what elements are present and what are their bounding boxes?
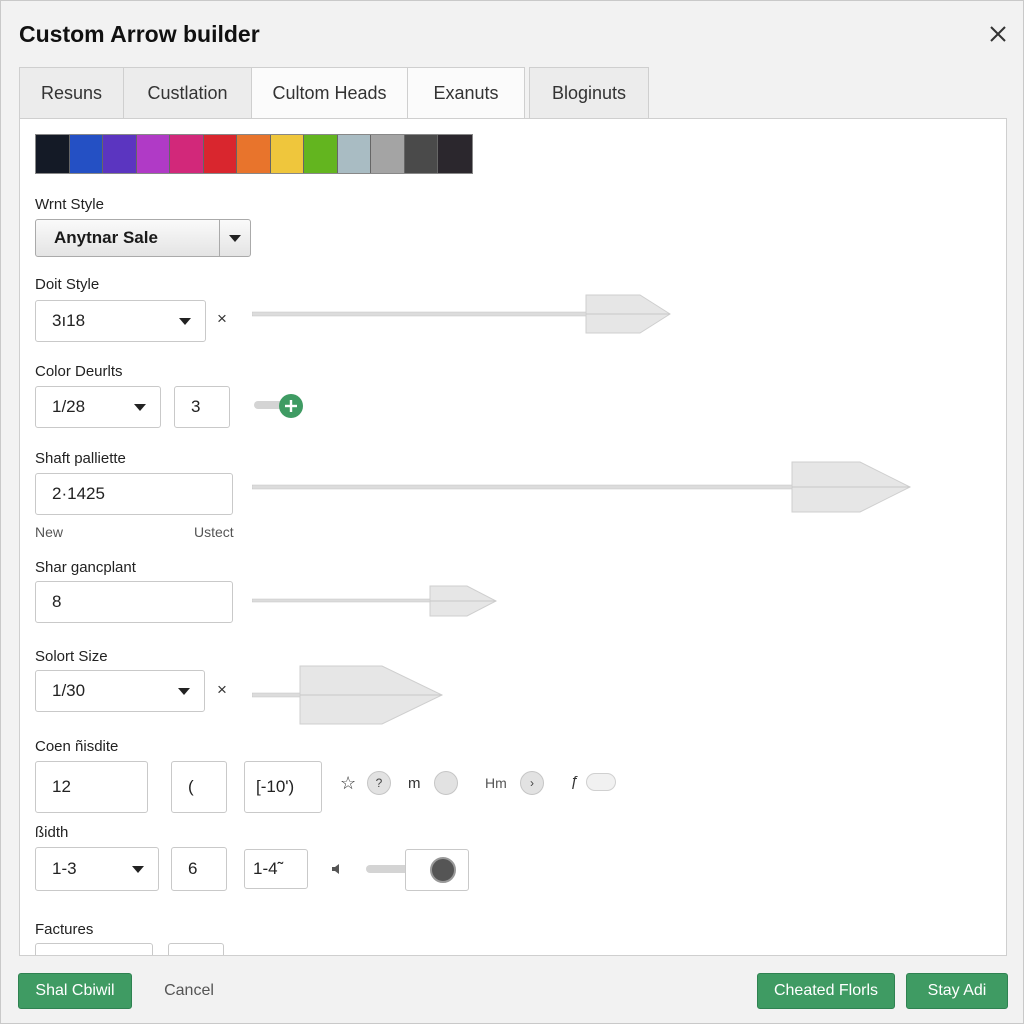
tab-cultom-heads[interactable]: Cultom Heads xyxy=(251,67,408,119)
tab-label: Cultom Heads xyxy=(272,83,387,103)
shaft-new-caption: New xyxy=(35,524,64,540)
shaft-select-caption: Ustect xyxy=(194,524,234,540)
color-count-input[interactable]: 3 xyxy=(174,386,230,428)
doit-style-label: Doit Style xyxy=(35,276,100,293)
color-swatch[interactable] xyxy=(270,135,304,173)
unit-m-text: m xyxy=(408,775,421,792)
color-swatch[interactable] xyxy=(237,135,271,173)
wrist-style-value: Anytnar Sale xyxy=(54,228,158,247)
shal-cbiwil-button[interactable]: Shal Cbiwil xyxy=(18,973,132,1009)
speaker-icon xyxy=(332,864,339,874)
shar-gancplant-label: Shar gancplant xyxy=(35,559,136,576)
bidth-count-input[interactable]: 6 xyxy=(171,847,227,891)
color-swatch[interactable] xyxy=(203,135,237,173)
bidth-label: ßidth xyxy=(35,824,69,841)
help-glyph: ? xyxy=(375,776,383,790)
arrow-preview-4 xyxy=(252,665,444,725)
dialog-title: Custom Arrow builder xyxy=(19,21,260,47)
tab-bar: Resuns Custlation Cultom Heads Exanuts B… xyxy=(19,67,649,119)
chevron-down-icon xyxy=(229,235,241,242)
color-deurlts-select[interactable]: 1/28 xyxy=(35,386,161,428)
color-swatch[interactable] xyxy=(304,135,338,173)
chevron-down-icon xyxy=(132,866,144,873)
coen-range-input[interactable]: [-10') xyxy=(244,761,322,813)
bidth-range-value: 1-4̃ xyxy=(253,859,278,878)
color-swatch[interactable] xyxy=(404,135,438,173)
factures-label: Factures xyxy=(35,921,94,938)
stay-adi-button[interactable]: Stay Adi xyxy=(906,973,1008,1009)
arrow-preview-3 xyxy=(252,585,498,617)
cheated-florls-button[interactable]: Cheated Florls xyxy=(757,973,895,1009)
cancel-button[interactable]: Cancel xyxy=(151,973,227,1009)
coen-value-input[interactable]: 12 xyxy=(35,761,148,813)
doit-style-select[interactable]: 3ı18 xyxy=(35,300,206,342)
shar-gancplant-value: 8 xyxy=(52,592,62,611)
shaft-palette-value: 2·1425 xyxy=(52,484,105,503)
tab-label: Bloginuts xyxy=(551,83,627,103)
toggle-switch[interactable] xyxy=(586,773,616,791)
coen-bracket-input[interactable]: ( xyxy=(171,761,227,813)
tab-label: Custlation xyxy=(147,83,228,103)
tab-label: Resuns xyxy=(40,83,103,103)
color-swatch[interactable] xyxy=(36,135,70,173)
coen-value: 12 xyxy=(52,777,71,796)
color-palette xyxy=(35,134,473,174)
shaft-palette-input[interactable]: 2·1425 xyxy=(35,473,233,515)
color-swatch[interactable] xyxy=(136,135,170,173)
add-color-icon[interactable] xyxy=(278,393,304,419)
wrist-style-label: Wrnt Style xyxy=(35,196,104,213)
tab-custlation[interactable]: Custlation xyxy=(123,67,252,119)
bidth-range-input[interactable]: 1-4̃ xyxy=(244,849,308,889)
bidth-count-value: 6 xyxy=(188,859,198,878)
help-icon[interactable]: ? xyxy=(367,771,391,795)
tab-panel: Wrnt Style Anytnar Sale Doit Style 3ı18 … xyxy=(19,118,1007,956)
solort-size-select[interactable]: 1/30 xyxy=(35,670,205,712)
coen-range-value: [-10') xyxy=(256,777,295,796)
times-mark: × xyxy=(217,680,227,699)
bidth-value: 1-3 xyxy=(52,859,77,878)
tab-bloginuts[interactable]: Bloginuts xyxy=(529,67,649,119)
close-icon xyxy=(990,26,1006,42)
slider-thumb[interactable] xyxy=(430,857,456,883)
star-icon[interactable]: ☆ xyxy=(340,773,356,794)
factures-input[interactable] xyxy=(35,943,153,955)
bidth-select[interactable]: 1-3 xyxy=(35,847,159,891)
color-swatch[interactable] xyxy=(371,135,405,173)
color-swatch[interactable] xyxy=(337,135,371,173)
tab-resuns[interactable]: Resuns xyxy=(19,67,124,119)
color-swatch[interactable] xyxy=(103,135,137,173)
coen-misdite-label: Coen ñisdite xyxy=(35,738,119,755)
select-divider xyxy=(219,220,220,256)
coen-bracket-value: ( xyxy=(188,777,194,796)
unit-hm-text: Hm xyxy=(485,775,507,791)
factures-secondary-input[interactable] xyxy=(168,943,224,955)
tab-label: Exanuts xyxy=(433,83,499,103)
solort-size-value: 1/30 xyxy=(52,681,86,700)
chevron-down-icon xyxy=(134,404,146,411)
color-deurlts-value: 1/28 xyxy=(52,397,86,416)
next-icon[interactable]: › xyxy=(520,771,544,795)
shar-gancplant-input[interactable]: 8 xyxy=(35,581,233,623)
arrow-preview-2 xyxy=(252,461,912,513)
function-icon[interactable]: ƒ xyxy=(570,773,578,790)
chevron-down-icon xyxy=(178,688,190,695)
wrist-style-select[interactable]: Anytnar Sale xyxy=(35,219,251,257)
doit-style-value: 3ı18 xyxy=(52,311,86,330)
width-slider[interactable] xyxy=(405,849,469,891)
color-count-value: 3 xyxy=(191,397,201,416)
slider-knob-icon[interactable] xyxy=(434,771,458,795)
arrow-preview-1 xyxy=(252,294,671,334)
close-button[interactable] xyxy=(987,23,1009,45)
color-deurlts-label: Color Deurlts xyxy=(35,363,123,380)
times-mark: × xyxy=(217,309,227,328)
tab-exanuts[interactable]: Exanuts xyxy=(407,67,525,119)
arrow-builder-dialog: Custom Arrow builder Resuns Custlation C… xyxy=(0,0,1024,1024)
shaft-palette-label: Shaft palliette xyxy=(35,450,126,467)
color-swatch[interactable] xyxy=(170,135,204,173)
color-swatch[interactable] xyxy=(69,135,103,173)
color-swatch[interactable] xyxy=(438,135,472,173)
solort-size-label: Solort Size xyxy=(35,648,108,665)
chevron-down-icon xyxy=(179,318,191,325)
